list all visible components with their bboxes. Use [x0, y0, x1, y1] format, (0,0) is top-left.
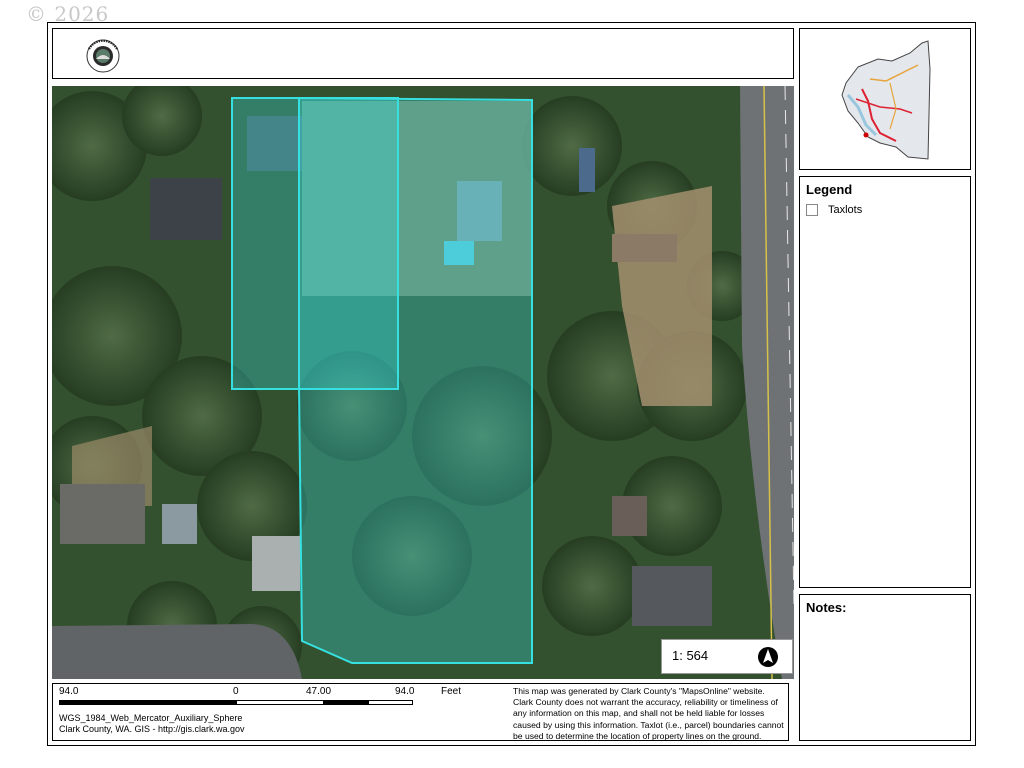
scale-unit: Feet	[441, 686, 462, 697]
projection-info: WGS_1984_Web_Mercator_Auxiliary_Sphere C…	[59, 713, 245, 735]
scale-bar-segment	[59, 700, 237, 705]
scale-tick-zero: 0	[233, 686, 239, 697]
scale-tick-mid: 47.00	[306, 686, 332, 697]
clark-county-seal-icon	[83, 35, 123, 75]
north-arrow-icon	[757, 646, 779, 668]
road-south	[52, 624, 302, 679]
legend-panel: Legend Taxlots	[799, 176, 971, 588]
legend-title: Legend	[806, 182, 853, 197]
overview-map-panel	[799, 28, 971, 170]
scale-bar-segment	[323, 700, 369, 705]
disclaimer-line: This map was generated by Clark County's…	[513, 686, 765, 696]
scale-tick-left: 94.0	[59, 686, 79, 697]
projection-name: WGS_1984_Web_Mercator_Auxiliary_Sphere	[59, 713, 243, 723]
footer-panel: 94.0 0 47.00 94.0 Feet WGS_1984_Web_Merc…	[52, 683, 789, 741]
scale-ratio: 1: 564	[672, 648, 709, 663]
disclaimer-line: Clark County does not warrant the accura…	[513, 697, 778, 708]
disclaimer-line: be used to determine the location of pro…	[513, 730, 762, 741]
taxlots-swatch-icon	[806, 204, 818, 216]
disclaimer-line: caused by using this information. Taxlot…	[513, 719, 784, 730]
legend-item-taxlots: Taxlots	[828, 204, 863, 216]
header-panel	[52, 28, 794, 79]
notes-title: Notes:	[806, 600, 847, 615]
scale-tick-right: 94.0	[395, 686, 415, 697]
disclaimer-text: This map was generated by Clark County's…	[513, 686, 785, 742]
gis-source: Clark County, WA. GIS - http://gis.clark…	[59, 724, 245, 734]
scale-ratio-box: 1: 564	[661, 639, 793, 674]
scale-bar-segment	[236, 700, 324, 705]
disclaimer-line: any information on this map, and shall n…	[513, 708, 765, 719]
scale-bar-segment	[368, 700, 413, 705]
county-overview-map	[841, 40, 931, 160]
notes-panel: Notes:	[799, 594, 971, 741]
aerial-map[interactable]	[52, 86, 794, 679]
